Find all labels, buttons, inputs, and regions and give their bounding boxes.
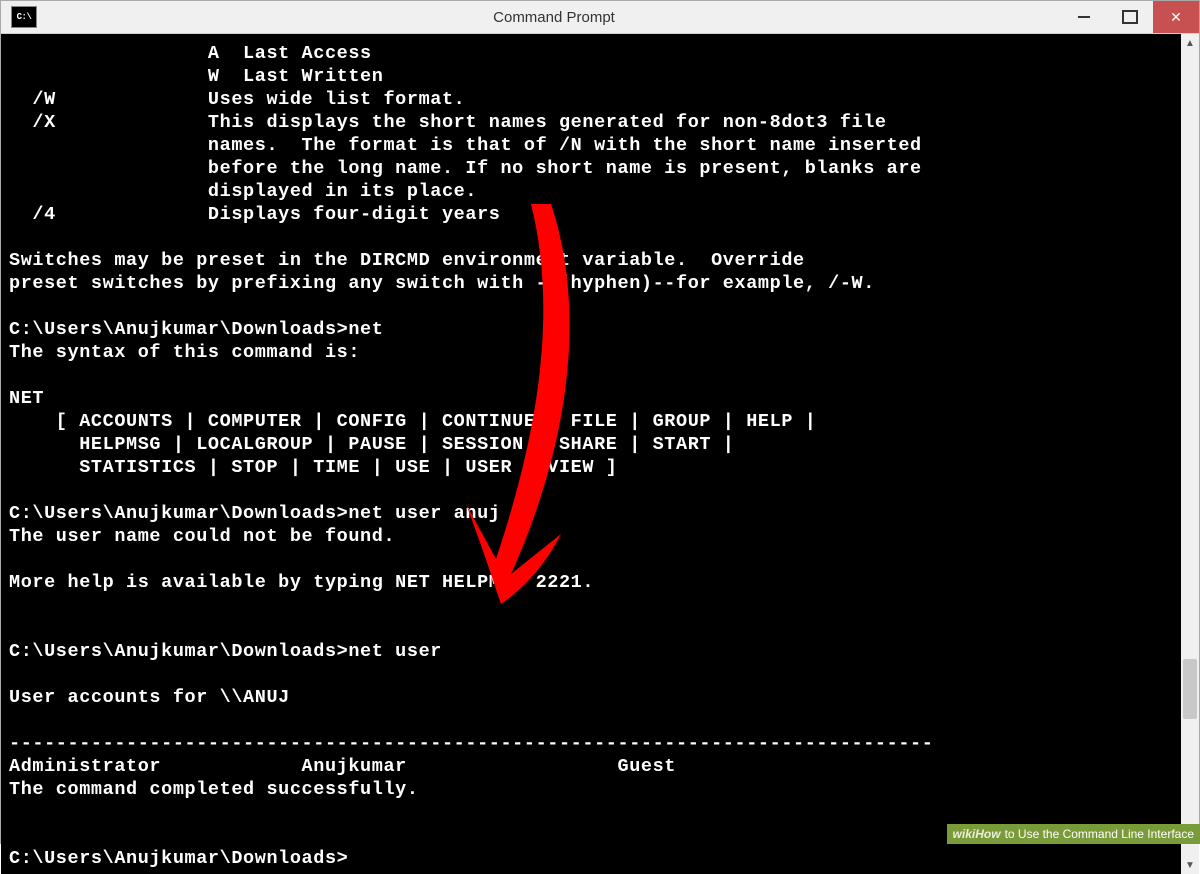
maximize-icon <box>1122 10 1138 24</box>
scroll-up-button[interactable]: ▲ <box>1181 34 1199 52</box>
close-icon: ✕ <box>1170 9 1182 26</box>
window-controls: ✕ <box>1061 1 1199 33</box>
minimize-button[interactable] <box>1061 1 1107 33</box>
minimize-icon <box>1078 16 1090 18</box>
close-button[interactable]: ✕ <box>1153 1 1199 33</box>
client-area: A Last Access W Last Written /W Uses wid… <box>1 34 1199 874</box>
vertical-scrollbar[interactable]: ▲ ▼ <box>1181 34 1199 874</box>
scroll-thumb[interactable] <box>1183 659 1197 719</box>
window-title: Command Prompt <box>47 9 1061 26</box>
cmd-window: C:\ Command Prompt ✕ A Last Access W Las… <box>0 0 1200 844</box>
footer-brand: wikiHow <box>953 827 1001 841</box>
scroll-down-button[interactable]: ▼ <box>1181 856 1199 874</box>
maximize-button[interactable] <box>1107 1 1153 33</box>
caption-footer: wikiHow to Use the Command Line Interfac… <box>947 824 1200 844</box>
cmd-icon: C:\ <box>11 6 37 28</box>
titlebar[interactable]: C:\ Command Prompt ✕ <box>1 1 1199 34</box>
terminal-output[interactable]: A Last Access W Last Written /W Uses wid… <box>1 34 1181 874</box>
footer-caption: to Use the Command Line Interface <box>1005 827 1194 841</box>
